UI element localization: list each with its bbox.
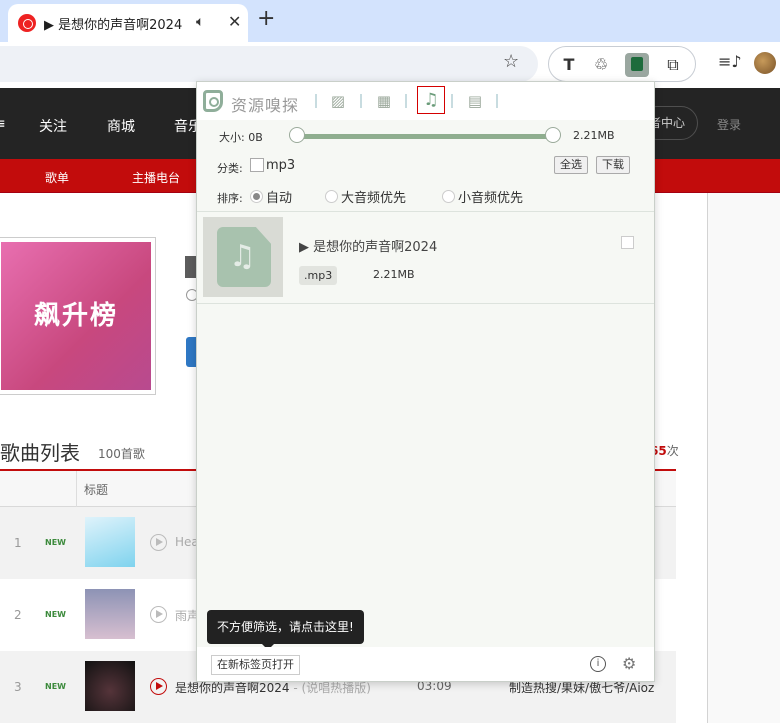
sort-large-first-radio[interactable] (325, 190, 338, 203)
sort-large-first-label[interactable]: 大音频优先 (341, 187, 406, 206)
video-icon[interactable]: ▦ (374, 91, 394, 111)
play-icon[interactable] (150, 606, 167, 623)
tab-separator (496, 94, 498, 108)
header-divider (76, 471, 77, 507)
tab-separator (451, 94, 453, 108)
address-bar[interactable] (0, 46, 538, 82)
tab-close-icon[interactable]: ✕ (228, 12, 241, 31)
resource-item[interactable]: ▶ 是想你的声音啊2024 .mp3 2.21MB (197, 214, 654, 304)
resource-title[interactable]: ▶ 是想你的声音啊2024 (299, 236, 437, 255)
sort-label: 排序: (217, 192, 243, 205)
new-badge: NEW (45, 682, 66, 691)
filter-hint-tooltip: 不方便筛选，请点击这里! (207, 610, 364, 650)
song-thumbnail[interactable] (85, 661, 135, 711)
chart-cover: 飙升榜 (0, 237, 156, 395)
song-thumbnail[interactable] (85, 589, 135, 639)
popup-header: 资源嗅探 ▨ ▦ ♫ ▤ (197, 82, 654, 120)
resource-checkbox[interactable] (621, 236, 634, 249)
image-icon[interactable]: ▨ (328, 91, 348, 111)
play-icon[interactable] (150, 534, 167, 551)
nav-item-mall[interactable]: 商城 (107, 116, 135, 136)
netease-favicon-icon (18, 14, 36, 32)
bookmark-star-icon[interactable]: ☆ (503, 51, 519, 72)
open-in-new-tab-button[interactable]: 在新标签页打开 (211, 655, 300, 675)
song-list-title: 歌曲列表 (0, 441, 80, 465)
tab-separator (405, 94, 407, 108)
browser-tab-bar: ▶ 是想你的声音啊2024 🔈︎ ✕ + (0, 0, 780, 42)
size-slider-max-handle[interactable] (545, 127, 561, 143)
media-control-icon[interactable]: ≡♪ (718, 52, 742, 71)
tab-separator (315, 94, 317, 108)
popup-footer: 在新标签页打开 i ⚙ (197, 647, 654, 681)
resource-ext-badge: .mp3 (299, 266, 338, 285)
size-slider-min-handle[interactable] (289, 127, 305, 143)
rank: 3 (14, 680, 22, 694)
profile-avatar[interactable] (754, 52, 776, 74)
size-max-label: 2.21MB (573, 129, 615, 142)
login-link[interactable]: 登录 (717, 116, 741, 133)
type-filter-row: 分类: mp3 全选 下载 (197, 152, 654, 182)
tab-title: ▶ 是想你的声音啊2024 (44, 18, 183, 33)
document-icon[interactable]: ▤ (465, 91, 485, 111)
audio-file-thumbnail[interactable] (203, 217, 283, 297)
new-badge: NEW (45, 610, 66, 619)
mp3-checkbox[interactable] (250, 158, 264, 172)
size-label: 大小: 0B (219, 131, 263, 144)
extensions-group: T ♲ ⧉ (548, 46, 696, 82)
recycle-extension-icon[interactable]: ♲ (589, 53, 613, 77)
sort-small-first-radio[interactable] (442, 190, 455, 203)
popup-title: 资源嗅探 (231, 96, 300, 115)
new-tab-button[interactable]: + (257, 6, 275, 31)
resource-sniffer-popup: 资源嗅探 ▨ ▦ ♫ ▤ 大小: 0B 2.21MB 分类: mp3 全选 下载… (196, 81, 655, 682)
text-extension-icon[interactable]: T (557, 53, 581, 77)
size-filter-row: 大小: 0B 2.21MB (197, 120, 654, 152)
puzzle-extensions-icon[interactable]: ⧉ (661, 53, 685, 77)
filter-label: 分类: (217, 162, 243, 175)
music-icon[interactable]: ♫ (417, 86, 445, 114)
select-all-button[interactable]: 全选 (554, 156, 588, 174)
song-thumbnail[interactable] (85, 517, 135, 567)
sniffer-logo-icon (203, 90, 223, 112)
nav-item-fragment[interactable]: ≡ (0, 116, 6, 132)
mp3-label[interactable]: mp3 (266, 158, 295, 173)
settings-gear-icon[interactable]: ⚙ (622, 654, 636, 673)
speaker-icon[interactable]: 🔈︎ (196, 14, 204, 30)
music-file-icon (217, 227, 271, 287)
nav-item-follow[interactable]: 关注 (39, 116, 67, 136)
header-title: 标题 (84, 483, 109, 497)
size-slider-track[interactable] (297, 134, 555, 139)
subnav-playlist[interactable]: 歌单 (45, 169, 69, 186)
info-icon[interactable]: i (590, 656, 606, 672)
subnav-radio[interactable]: 主播电台 (132, 169, 180, 186)
rank: 2 (14, 608, 22, 622)
cover-text: 飙升榜 (1, 242, 151, 390)
sort-auto-radio[interactable] (250, 190, 263, 203)
tab-separator (360, 94, 362, 108)
play-count-unit: 次 (666, 444, 679, 458)
sort-auto-label[interactable]: 自动 (266, 187, 292, 206)
sort-row: 排序: 自动 大音频优先 小音频优先 (197, 182, 654, 212)
rank: 1 (14, 536, 22, 550)
browser-tab[interactable]: ▶ 是想你的声音啊2024 🔈︎ ✕ (8, 4, 248, 42)
resource-sniffer-extension-icon[interactable] (625, 53, 649, 77)
play-icon[interactable] (150, 678, 167, 695)
sort-small-first-label[interactable]: 小音频优先 (458, 187, 523, 206)
resource-size: 2.21MB (373, 268, 415, 281)
new-badge: NEW (45, 538, 66, 547)
right-sidebar (708, 193, 780, 723)
download-button[interactable]: 下载 (596, 156, 630, 174)
song-count: 100首歌 (98, 447, 145, 461)
